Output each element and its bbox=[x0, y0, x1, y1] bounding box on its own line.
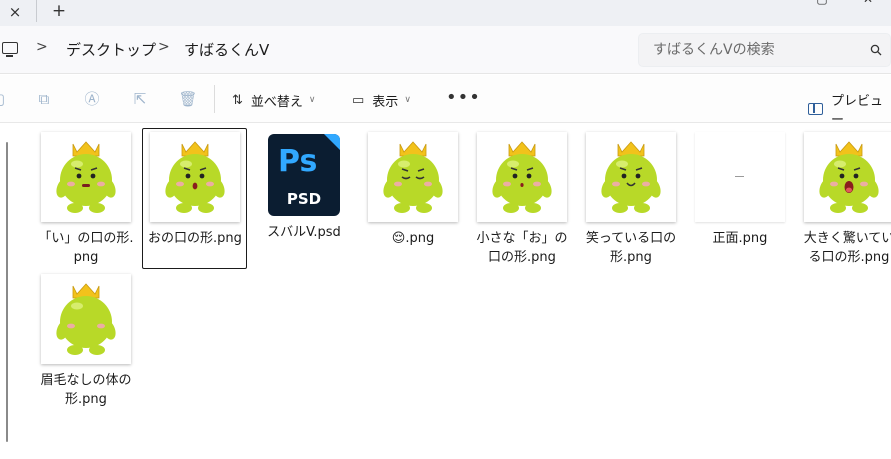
new-item-icon[interactable]: ▢ bbox=[0, 89, 8, 109]
search-box[interactable] bbox=[638, 33, 891, 67]
preview-label: プレビュー bbox=[830, 94, 883, 128]
file-thumbnail bbox=[804, 132, 891, 222]
chevron-right-icon: > bbox=[158, 39, 170, 55]
close-tab-icon[interactable]: × bbox=[4, 2, 26, 22]
file-name: おの口の形.png bbox=[148, 231, 242, 246]
chevron-right-icon: > bbox=[36, 39, 48, 55]
file-name: 「い」の口の形.png bbox=[38, 231, 134, 265]
file-name: 笑っている口の形.png bbox=[585, 231, 677, 265]
sort-icon: ⇅ bbox=[232, 92, 243, 108]
rename-icon[interactable]: Ⓐ bbox=[82, 89, 102, 109]
sort-label: 並べ替え bbox=[250, 94, 303, 110]
address-bar: > デスクトップ > すばるくんV bbox=[0, 26, 891, 74]
file-item[interactable]: 小さな「お」の口の形.png bbox=[470, 128, 574, 267]
mascot-image bbox=[150, 132, 240, 226]
file-thumbnail bbox=[41, 274, 131, 364]
new-tab-icon[interactable]: + bbox=[48, 0, 70, 22]
file-item[interactable]: 眉毛なしの体の形.png bbox=[34, 270, 138, 409]
preview-button[interactable]: プレビュー bbox=[808, 90, 891, 128]
search-icon bbox=[870, 44, 882, 56]
view-button[interactable]: ▭ 表示 ∨ bbox=[352, 90, 411, 110]
close-window-icon[interactable]: ✕ bbox=[845, 0, 891, 8]
mascot-image bbox=[586, 132, 676, 226]
file-name: スバルV.psd bbox=[267, 225, 341, 240]
computer-icon[interactable] bbox=[2, 42, 18, 57]
search-input[interactable] bbox=[653, 40, 863, 60]
sort-button[interactable]: ⇅ 並べ替え ∨ bbox=[232, 90, 316, 110]
mascot-image bbox=[804, 132, 891, 226]
file-name: 正面.png bbox=[712, 231, 768, 246]
share-icon[interactable]: ⇱ bbox=[130, 89, 150, 109]
more-options-icon[interactable]: ••• bbox=[446, 87, 481, 108]
psd-icon-label: PSD bbox=[286, 190, 322, 208]
toolbar-divider bbox=[214, 85, 215, 113]
file-item[interactable]: 大きく驚いている口の形.png bbox=[797, 128, 891, 267]
file-name: 😌.png bbox=[391, 231, 435, 246]
chevron-down-icon: ∨ bbox=[404, 95, 411, 105]
file-item[interactable]: 正面.png bbox=[688, 128, 792, 248]
file-thumbnail bbox=[150, 132, 240, 222]
file-thumbnail bbox=[41, 132, 131, 222]
file-name: 小さな「お」の口の形.png bbox=[476, 231, 568, 265]
mascot-image bbox=[477, 132, 567, 226]
breadcrumb-folder[interactable]: すばるくんV bbox=[184, 39, 269, 60]
file-thumbnail bbox=[695, 132, 785, 222]
file-name: 眉毛なしの体の形.png bbox=[40, 373, 132, 407]
navigation-pane-scrollbar[interactable] bbox=[6, 142, 8, 442]
file-item[interactable]: 😌.png bbox=[361, 128, 465, 248]
mascot-image bbox=[41, 132, 131, 226]
photoshop-file-icon: Ps PSD bbox=[268, 134, 340, 216]
file-grid: 「い」の口の形.png おの口の形.png Ps PSD スバルV.psd 😌.png 小さ… bbox=[0, 124, 891, 459]
file-thumbnail bbox=[368, 132, 458, 222]
mascot-image bbox=[41, 274, 131, 368]
maximize-icon[interactable]: ▢ bbox=[799, 0, 845, 8]
delete-icon[interactable]: 🗑 bbox=[178, 89, 198, 109]
file-item[interactable]: Ps PSD スバルV.psd bbox=[252, 128, 356, 242]
view-icon: ▭ bbox=[352, 92, 365, 108]
file-item[interactable]: 「い」の口の形.png bbox=[34, 128, 138, 267]
tab-divider bbox=[36, 0, 37, 22]
copy-icon[interactable]: ⧉ bbox=[34, 89, 54, 109]
file-item[interactable]: 笑っている口の形.png bbox=[579, 128, 683, 267]
preview-pane-icon bbox=[808, 103, 823, 115]
mascot-image bbox=[368, 132, 458, 226]
window-controls: — ▢ ✕ bbox=[753, 0, 891, 8]
command-bar: ▢ ⧉ Ⓐ ⇱ 🗑 ⇅ 並べ替え ∨ ▭ 表示 ∨ ••• プレビュー bbox=[0, 75, 891, 128]
file-item[interactable]: おの口の形.png bbox=[143, 128, 247, 248]
file-thumbnail bbox=[586, 132, 676, 222]
chevron-down-icon: ∨ bbox=[308, 95, 316, 105]
breadcrumb-desktop[interactable]: デスクトップ bbox=[66, 39, 156, 60]
title-bar: × + — ▢ ✕ bbox=[0, 0, 891, 26]
minimize-icon[interactable]: — bbox=[753, 0, 799, 8]
view-label: 表示 bbox=[372, 94, 399, 110]
file-thumbnail bbox=[477, 132, 567, 222]
psd-icon-text: Ps bbox=[278, 144, 318, 179]
file-name: 大きく驚いている口の形.png bbox=[803, 231, 891, 265]
